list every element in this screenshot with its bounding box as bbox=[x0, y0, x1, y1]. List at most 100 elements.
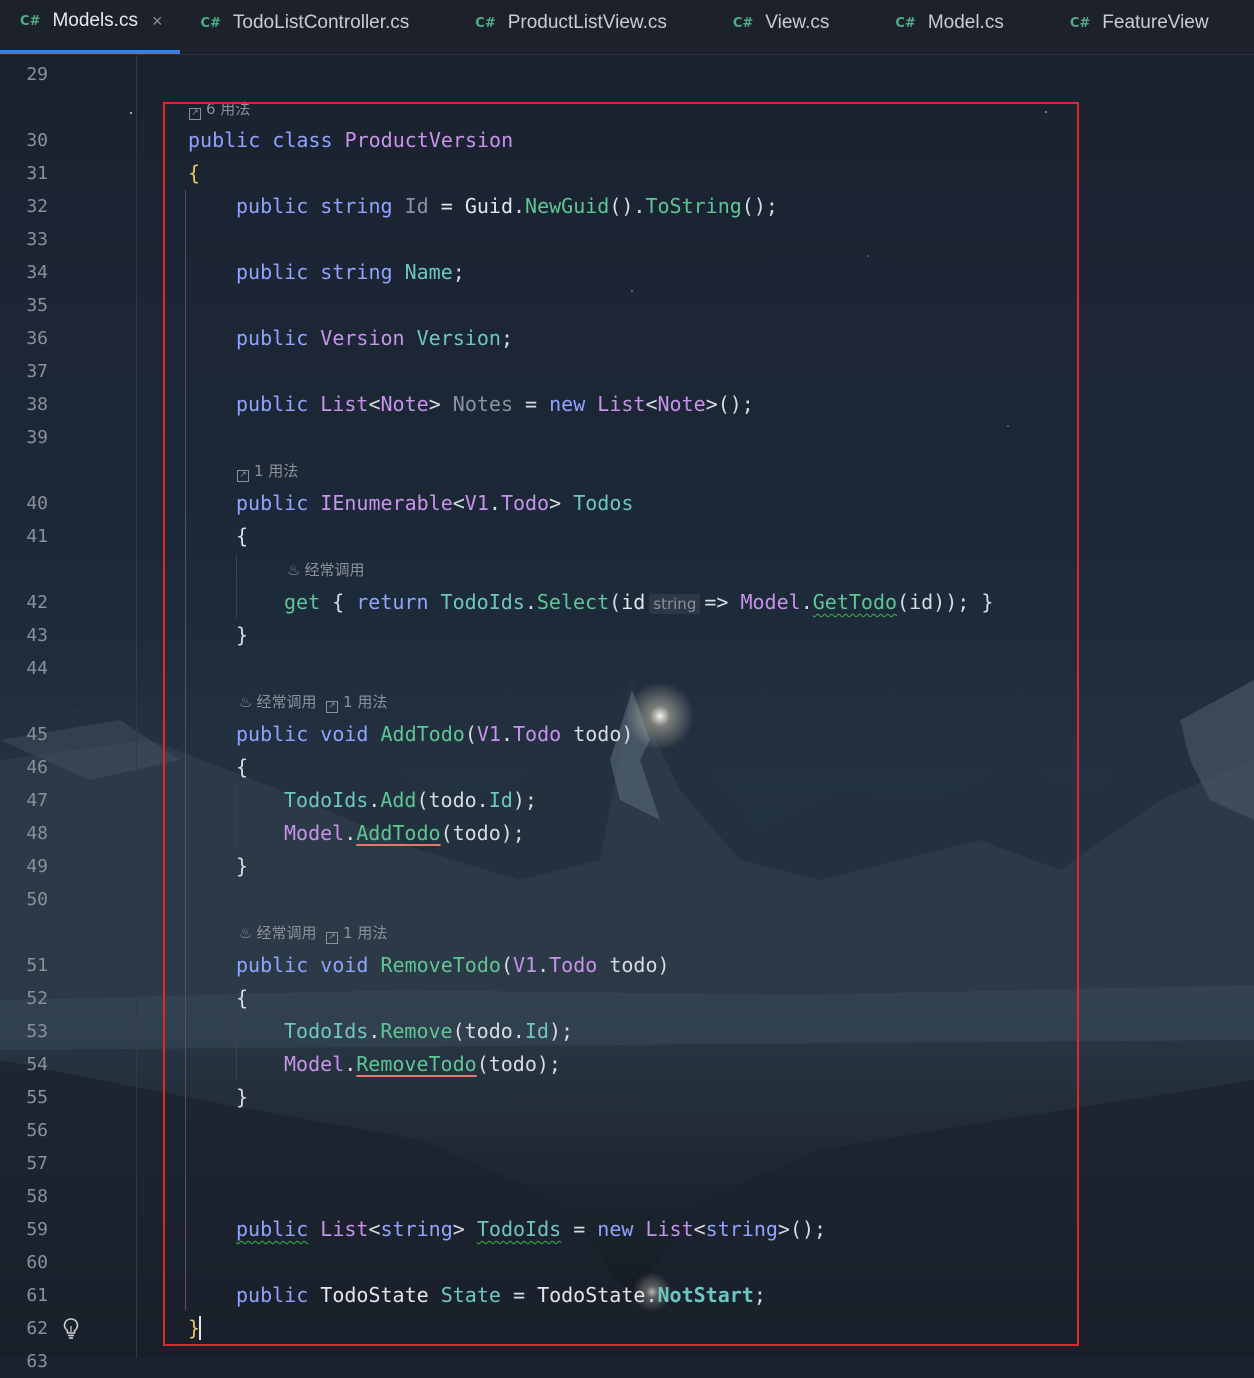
line-number: 43 bbox=[26, 625, 48, 646]
getter-frequent-hint[interactable]: ♨ 经常调用 bbox=[287, 560, 364, 580]
line-number: 55 bbox=[26, 1087, 48, 1108]
tab-view-cs[interactable]: C# View.cs bbox=[713, 0, 876, 46]
line-60: 60 bbox=[0, 1246, 1254, 1279]
line-number: 38 bbox=[26, 394, 48, 415]
line-32: 32 public string Id = Guid.NewGuid().ToS… bbox=[0, 190, 1254, 223]
tab-label: Models.cs bbox=[52, 10, 138, 31]
line-number: 41 bbox=[26, 526, 48, 547]
line-number: 62 bbox=[26, 1318, 48, 1339]
code-line: } bbox=[236, 854, 249, 878]
code-line: public class ProductVersion bbox=[188, 128, 514, 152]
close-tab-icon[interactable]: × bbox=[152, 11, 163, 32]
todos-usages-hint[interactable]: ↗ 1 用法 bbox=[237, 461, 298, 482]
tab-todolistcontroller-cs[interactable]: C# TodoListController.cs bbox=[180, 0, 455, 46]
tab-label: FeatureView bbox=[1102, 12, 1209, 33]
line-50: 50 bbox=[0, 883, 1254, 916]
csharp-file-icon: C# bbox=[475, 15, 496, 31]
line-number: 51 bbox=[26, 955, 48, 976]
code-line: TodoIds.Add(todo.Id); bbox=[284, 788, 537, 812]
code-line: public void AddTodo(V1.Todo todo) bbox=[236, 722, 634, 746]
line-49: 49 } bbox=[0, 850, 1254, 883]
usages-icon: ↗ bbox=[326, 701, 339, 713]
tab-label: View.cs bbox=[765, 12, 830, 33]
code-line: { bbox=[188, 161, 201, 185]
csharp-file-icon: C# bbox=[200, 15, 221, 31]
line-number: 54 bbox=[26, 1054, 48, 1075]
line-46: 46 { bbox=[0, 751, 1254, 784]
usages-icon: ↗ bbox=[237, 470, 249, 482]
tab-featureview[interactable]: C# FeatureView bbox=[1050, 0, 1227, 46]
code-line: public Version Version; bbox=[236, 326, 513, 350]
line-52: 52 { bbox=[0, 982, 1254, 1015]
line-number: 57 bbox=[26, 1153, 48, 1174]
usages-icon: ↗ bbox=[326, 932, 339, 944]
line-58: 58 bbox=[0, 1180, 1254, 1213]
line-59: 59 public List<string> TodoIds = new Lis… bbox=[0, 1213, 1254, 1246]
line-36: 36 public Version Version; bbox=[0, 322, 1254, 355]
line-number: 59 bbox=[26, 1219, 48, 1240]
parameter-type-hint: string bbox=[649, 594, 701, 614]
line-number: 58 bbox=[26, 1186, 48, 1207]
csharp-file-icon: C# bbox=[732, 15, 754, 31]
addtodo-hints[interactable]: ♨ 经常调用 ↗ 1 用法 bbox=[239, 692, 387, 713]
line-47: 47 TodoIds.Add(todo.Id); bbox=[0, 784, 1254, 817]
line-number: 53 bbox=[26, 1021, 48, 1042]
line-61: 61 public TodoState State = TodoState.No… bbox=[0, 1279, 1254, 1312]
line-number: 63 bbox=[26, 1351, 48, 1372]
line-number: 60 bbox=[26, 1252, 48, 1273]
line-42: 42 get { return TodoIds.Select(id string =… bbox=[0, 586, 1254, 619]
code-line: public string Name; bbox=[236, 260, 465, 284]
line-41: 41 { bbox=[0, 520, 1254, 553]
line-44: 44 bbox=[0, 652, 1254, 685]
tab-model-cs[interactable]: C# Model.cs bbox=[875, 0, 1049, 46]
line-number: 40 bbox=[26, 493, 48, 514]
line-31: 31 { bbox=[0, 157, 1254, 190]
line-56: 56 bbox=[0, 1114, 1254, 1147]
class-usages-hint[interactable]: ↗ 6 用法 bbox=[189, 99, 250, 120]
line-54: 54 Model.RemoveTodo(todo); bbox=[0, 1048, 1254, 1081]
line-number: 50 bbox=[26, 889, 48, 910]
line-number: 29 bbox=[26, 64, 48, 85]
code-line: TodoIds.Remove(todo.Id); bbox=[284, 1019, 574, 1043]
tab-productlistview-cs[interactable]: C# ProductListView.cs bbox=[455, 0, 713, 46]
code-editor[interactable]: 29 ↗ 6 用法 30 public class ProductVersion … bbox=[0, 0, 1254, 1372]
code-line: Model.AddTodo(todo); bbox=[284, 821, 525, 845]
line-number: 56 bbox=[26, 1120, 48, 1141]
usages-icon: ↗ bbox=[189, 108, 201, 120]
line-48: 48 Model.AddTodo(todo); bbox=[0, 817, 1254, 850]
line-55: 55 } bbox=[0, 1081, 1254, 1114]
line-number: 61 bbox=[26, 1285, 48, 1306]
line-number: 30 bbox=[26, 130, 48, 151]
flame-icon: ♨ bbox=[239, 693, 253, 711]
line-62: 62 } bbox=[0, 1312, 1254, 1345]
line-37: 37 bbox=[0, 355, 1254, 388]
code-line: { bbox=[236, 986, 249, 1010]
tab-label: TodoListController.cs bbox=[232, 12, 410, 33]
line-63: 63 bbox=[0, 1345, 1254, 1378]
line-40: 40 public IEnumerable<V1.Todo> Todos bbox=[0, 487, 1254, 520]
removetodo-hints[interactable]: ♨ 经常调用 ↗ 1 用法 bbox=[239, 923, 387, 944]
line-number: 31 bbox=[26, 163, 48, 184]
tab-models-cs[interactable]: C# Models.cs × bbox=[0, 0, 181, 54]
line-53: 53 TodoIds.Remove(todo.Id); bbox=[0, 1015, 1254, 1048]
csharp-file-icon: C# bbox=[1069, 15, 1091, 31]
line-39: 39 bbox=[0, 421, 1254, 454]
line-number: 45 bbox=[26, 724, 48, 745]
line-number: 33 bbox=[26, 229, 48, 250]
code-line: public string Id = Guid.NewGuid().ToStri… bbox=[236, 194, 778, 218]
line-number: 37 bbox=[26, 361, 48, 382]
line-number: 52 bbox=[26, 988, 48, 1009]
line-number: 44 bbox=[26, 658, 48, 679]
line-number: 36 bbox=[26, 328, 48, 349]
line-number: 46 bbox=[26, 757, 48, 778]
lightbulb-icon[interactable] bbox=[62, 1317, 80, 1339]
code-line: public void RemoveTodo(V1.Todo todo) bbox=[236, 953, 670, 977]
line-43: 43 } bbox=[0, 619, 1254, 652]
code-line: { bbox=[236, 524, 249, 548]
line-30: 30 public class ProductVersion bbox=[0, 124, 1254, 157]
line-38: 38 public List<Note> Notes = new List<No… bbox=[0, 388, 1254, 421]
code-line: } bbox=[236, 1085, 249, 1109]
line-number: 42 bbox=[26, 592, 48, 613]
line-45: 45 public void AddTodo(V1.Todo todo) bbox=[0, 718, 1254, 751]
tab-label: Model.cs bbox=[927, 12, 1004, 33]
